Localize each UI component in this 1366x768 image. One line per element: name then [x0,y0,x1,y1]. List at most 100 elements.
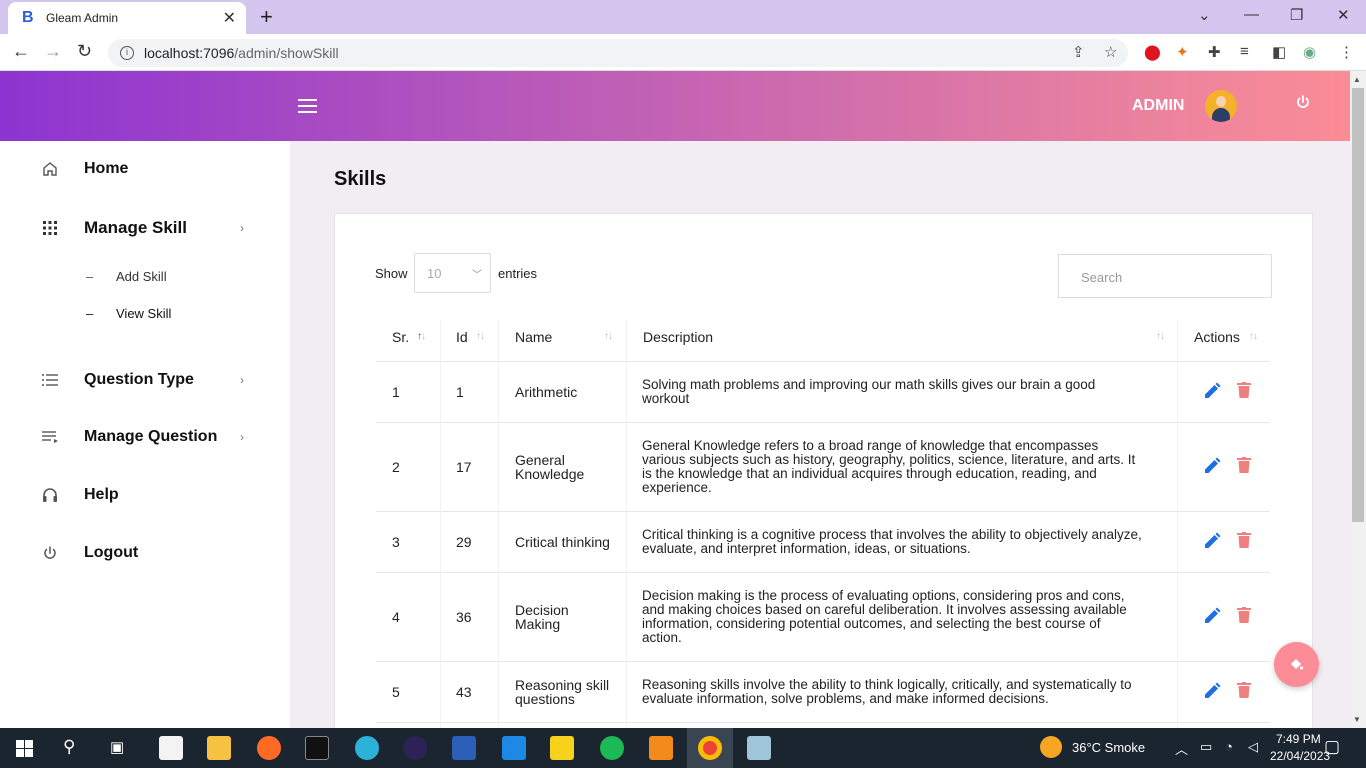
delete-icon[interactable] [1237,457,1251,473]
dash-icon: – [86,306,94,321]
terminal-icon[interactable] [305,736,329,760]
profile-avatar-icon[interactable]: ◉ [1303,43,1316,61]
list-icon [40,370,60,390]
scroll-up-icon[interactable]: ▲ [1353,75,1361,84]
scrollbar-thumb[interactable] [1352,88,1364,522]
edit-icon[interactable] [1203,532,1221,550]
wifi-icon[interactable]: ◔ [1225,739,1233,754]
cell-id: 43 [456,684,472,700]
table-divider [376,511,1270,512]
delete-icon[interactable] [1237,682,1251,698]
eclipse-icon[interactable] [403,736,427,760]
search-placeholder: Search [1081,270,1123,285]
notifications-icon[interactable]: ▢ [1324,737,1340,757]
tab-close-icon[interactable]: ✕ [223,8,236,28]
sidebar-item-logout[interactable]: Logout [0,533,290,573]
taskbar: ⚲ ▣ 36°C Smoke ︿ ▭ ◔ ◁ 7:49 PM 22/04/202… [0,728,1366,768]
header-power-icon[interactable] [1295,94,1311,110]
window-close-icon[interactable]: ✕ [1337,6,1350,24]
site-info-icon[interactable]: i [120,46,134,60]
hamburger-menu-icon[interactable] [298,99,317,113]
sidebar-item-label: Manage Skill [84,218,187,237]
chevron-right-icon: › [240,221,244,235]
sticky-notes-icon[interactable] [550,736,574,760]
bookmark-star-icon[interactable]: ☆ [1104,43,1117,61]
edge-icon[interactable] [355,736,379,760]
cell-id: 36 [456,609,472,625]
store-app-icon[interactable] [159,736,183,760]
weather-label[interactable]: 36°C Smoke [1072,740,1145,755]
sidebar-item-question-type[interactable]: Question Type › [0,360,290,400]
column-header-id[interactable]: Id [456,329,468,345]
browser-tab[interactable]: B Gleam Admin ✕ [8,2,246,34]
delete-icon[interactable] [1237,382,1251,398]
pdf-app-icon[interactable] [649,736,673,760]
sort-icon[interactable]: ↑↓ [476,331,485,342]
metamask-extension-icon[interactable]: ✦ [1176,43,1189,61]
address-bar[interactable]: i localhost:7096/admin/showSkill [108,39,1128,67]
file-explorer-icon[interactable] [207,736,231,760]
cell-description: General Knowledge refers to a broad rang… [642,438,1136,495]
edit-icon[interactable] [1203,607,1221,625]
side-panel-icon[interactable]: ◧ [1272,43,1286,61]
headset-icon [40,485,60,505]
scroll-down-icon[interactable]: ▼ [1353,715,1361,724]
clock-time[interactable]: 7:49 PM [1276,732,1321,746]
column-divider [440,320,441,728]
share-icon[interactable]: ⇪ [1072,43,1085,61]
theme-settings-button[interactable] [1274,642,1319,687]
sort-icon[interactable]: ↑↓ [1249,331,1258,342]
windows-start-icon[interactable] [16,740,33,757]
sort-icon[interactable]: ↑↓ [604,331,613,342]
back-icon[interactable]: ← [12,41,30,62]
weather-icon[interactable] [1040,736,1062,758]
sort-asc-icon[interactable]: ↑↓ [417,331,426,342]
chevron-down-icon: ﹀ [472,270,482,281]
edit-icon[interactable] [1203,682,1221,700]
battery-icon[interactable]: ▭ [1200,739,1212,755]
extensions-puzzle-icon[interactable]: ✚ [1208,43,1221,61]
minimize-icon[interactable]: — [1244,6,1259,23]
calendar-icon[interactable] [502,736,526,760]
column-header-name[interactable]: Name [515,329,552,345]
column-header-description[interactable]: Description [643,329,713,345]
browser-menu-icon[interactable]: ⋮ [1339,43,1354,61]
word-icon[interactable] [452,736,476,760]
sidebar-item-manage-question[interactable]: Manage Question › [0,417,290,457]
sort-icon[interactable]: ↑↓ [1156,331,1165,342]
notepad-icon[interactable] [747,736,771,760]
cell-id: 29 [456,534,472,550]
media-control-icon[interactable]: ≡ [1240,43,1249,60]
sidebar-item-help[interactable]: Help [0,475,290,515]
column-header-actions[interactable]: Actions [1194,329,1240,345]
entries-select[interactable]: 10 ﹀ [414,253,491,293]
chevron-up-icon[interactable]: ︿ [1175,739,1188,758]
firefox-dev-icon[interactable] [257,736,281,760]
restore-icon[interactable]: ❐ [1290,6,1303,24]
tab-title: Gleam Admin [46,11,119,25]
chrome-icon[interactable] [698,736,722,760]
forward-icon[interactable]: → [44,41,62,62]
cell-id: 17 [456,459,472,475]
sidebar-item-manage-skill[interactable]: Manage Skill › [0,208,290,248]
sidebar-item-home[interactable]: Home [0,149,290,189]
delete-icon[interactable] [1237,532,1251,548]
cell-sr: 3 [392,534,400,550]
volume-icon[interactable]: ◁ [1248,739,1258,755]
opera-extension-icon[interactable]: ⬤ [1144,43,1161,61]
new-tab-icon[interactable]: + [260,6,273,28]
admin-avatar[interactable] [1205,90,1237,122]
clock-date[interactable]: 22/04/2023 [1270,749,1330,763]
edit-icon[interactable] [1203,457,1221,475]
reload-icon[interactable]: ↻ [77,41,92,62]
search-input[interactable]: Search [1058,254,1272,298]
sidebar-subitem-add-skill[interactable]: – Add Skill [86,269,167,284]
search-icon[interactable]: ⚲ [63,737,75,757]
column-header-sr[interactable]: Sr. [392,329,409,345]
edit-icon[interactable] [1203,382,1221,400]
task-view-icon[interactable]: ▣ [110,738,124,756]
tab-search-icon[interactable]: ⌄ [1198,6,1211,24]
delete-icon[interactable] [1237,607,1251,623]
sidebar-subitem-view-skill[interactable]: – View Skill [86,306,171,321]
spotify-icon[interactable] [600,736,624,760]
